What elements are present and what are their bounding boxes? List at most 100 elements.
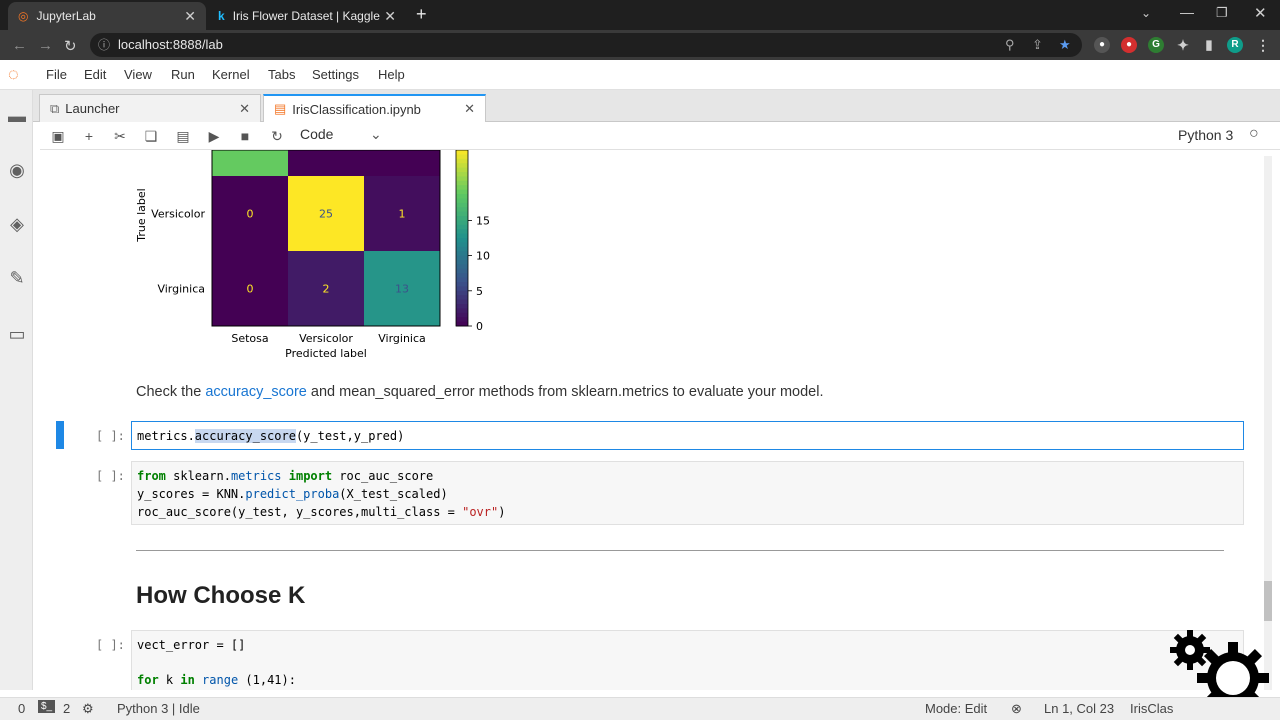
kernel-settings-icon[interactable]: ⚙ — [82, 701, 94, 717]
cell-type-select[interactable]: Code ⌄ — [300, 126, 388, 146]
code-token: "ovr" — [462, 505, 499, 519]
menu-run[interactable]: Run — [171, 67, 195, 82]
colorbar-tick-label: 0 — [476, 320, 483, 333]
code-token: from — [137, 469, 166, 483]
close-icon[interactable]: ✕ — [239, 101, 250, 117]
jupyter-logo-icon: ◎ — [18, 9, 29, 23]
tabs-icon[interactable]: ▭ — [7, 324, 27, 344]
code-token: k — [158, 673, 181, 687]
cut-icon[interactable]: ✂ — [111, 128, 129, 145]
colorbar-segment — [456, 176, 468, 182]
maximize-icon[interactable]: ❐ — [1216, 5, 1228, 21]
y-tick-label: Virginica — [157, 283, 205, 296]
kernel-status[interactable]: Python 3 | Idle — [117, 701, 200, 716]
menu-settings[interactable]: Settings — [312, 67, 359, 82]
menu-file[interactable]: File — [46, 67, 67, 82]
colorbar-tick-label: 15 — [476, 214, 490, 227]
code-line: y_scores = KNN.predict_proba(X_test_scal… — [137, 487, 448, 501]
tab-notebook[interactable]: ▤ IrisClassification.ipynb ✕ — [263, 94, 486, 122]
folder-icon[interactable]: ▬ — [7, 106, 27, 126]
colorbar-segment — [456, 154, 468, 160]
running-kernels-icon[interactable]: ◉ — [7, 160, 27, 180]
x-tick-label: Setosa — [231, 332, 268, 345]
menu-edit[interactable]: Edit — [84, 67, 106, 82]
code-token: sklearn — [165, 469, 224, 483]
cell-prompt: [ ]: — [96, 638, 125, 652]
markdown-text: Check the — [136, 384, 206, 400]
menu-view[interactable]: View — [124, 67, 152, 82]
back-icon[interactable]: ← — [12, 37, 27, 54]
status-bar: 0 $_ 2 ⚙ Python 3 | Idle Mode: Edit ⊗ Ln… — [0, 697, 1280, 720]
extension-grammar-icon[interactable]: G — [1148, 37, 1164, 53]
add-cell-icon[interactable]: + — [80, 128, 98, 144]
run-icon[interactable]: ▶ — [205, 128, 223, 145]
status-count[interactable]: 2 — [63, 701, 70, 716]
url-input[interactable]: ⓘ localhost:8888/lab ⚲ ⇪ ★ — [90, 33, 1082, 57]
code-token: (y_test,y_pred) — [295, 429, 405, 443]
x-tick-label: Versicolor — [299, 332, 353, 345]
status-count[interactable]: 0 — [18, 701, 25, 716]
paste-icon[interactable]: ▤ — [174, 128, 192, 145]
colorbar-segment — [456, 304, 468, 309]
colorbar-segment — [456, 163, 468, 169]
left-sidebar: ▬ ◉ ◈ ✎ ▭ — [0, 90, 33, 690]
code-token: vect_error = [] — [137, 638, 246, 652]
copy-icon[interactable]: ❏ — [142, 128, 160, 145]
palette-icon[interactable]: ◈ — [7, 214, 27, 234]
notebook-icon: ▤ — [274, 101, 287, 116]
code-line: vect_error = [] — [137, 638, 245, 652]
active-cell-indicator — [56, 421, 64, 449]
browser-tab-jupyterlab[interactable]: ◎ JupyterLab ✕ — [8, 2, 206, 30]
new-tab-button[interactable]: + — [416, 4, 427, 25]
bookmark-star-icon[interactable]: ★ — [1059, 33, 1071, 57]
zoom-icon[interactable]: ⚲ — [1005, 33, 1015, 57]
reload-icon[interactable]: ↻ — [64, 37, 77, 55]
share-icon[interactable]: ⇪ — [1032, 33, 1043, 57]
jupyter-logo-icon: ◌ — [8, 64, 19, 84]
minimize-icon[interactable]: — — [1180, 4, 1194, 20]
close-icon[interactable]: ✕ — [184, 8, 196, 25]
code-token: (X_test_scaled) — [339, 487, 448, 501]
code-token: . — [223, 469, 231, 483]
code-cell-editor[interactable]: vect_error = [] for k in range (1,41): — [131, 630, 1244, 690]
profile-avatar[interactable]: R — [1227, 37, 1243, 53]
save-icon[interactable]: ▣ — [49, 128, 67, 145]
restart-icon[interactable]: ↻ — [268, 128, 286, 145]
scrollbar-track[interactable] — [1264, 156, 1272, 690]
notebook-toolbar: ▣ + ✂ ❏ ▤ ▶ ■ ↻ Code ⌄ Python 3 ○ — [40, 122, 1280, 150]
menu-tabs[interactable]: Tabs — [268, 67, 295, 82]
side-panel-icon[interactable]: ▮ — [1201, 37, 1217, 53]
code-cell-editor[interactable]: metrics.accuracy_score(y_test,y_pred) — [131, 421, 1244, 450]
cell-value-label: 0 — [247, 283, 254, 296]
wrench-icon[interactable]: ✎ — [7, 268, 27, 288]
info-icon[interactable]: ⓘ — [98, 33, 110, 57]
chevron-down-icon: ⌄ — [370, 126, 382, 142]
menu-kernel[interactable]: Kernel — [212, 67, 250, 82]
forward-icon[interactable]: → — [38, 37, 53, 54]
extensions-puzzle-icon[interactable]: ✦ — [1175, 37, 1191, 53]
extension-icon[interactable]: ● — [1094, 37, 1110, 53]
kernel-name[interactable]: Python 3 — [1178, 127, 1233, 143]
extension-record-icon[interactable]: ● — [1121, 37, 1137, 53]
browser-menu-icon[interactable]: ⋮ — [1255, 37, 1271, 53]
tab-search-icon[interactable]: ⌄ — [1141, 6, 1151, 20]
scrollbar-thumb[interactable] — [1264, 581, 1272, 621]
accuracy-score-link[interactable]: accuracy_score — [205, 384, 307, 400]
menu-help[interactable]: Help — [378, 67, 405, 82]
code-cell-editor[interactable]: from sklearn.metrics import roc_auc_scor… — [131, 461, 1244, 525]
notebook-panel[interactable]: 0 25 1 0 2 13 Versicolor Virginica Setosa Versico… — [40, 150, 1275, 690]
jupyter-menu-bar: ◌ File Edit View Run Kernel Tabs Setting… — [0, 60, 1280, 90]
window-close-icon[interactable]: ✕ — [1254, 4, 1267, 22]
colorbar-segment — [456, 260, 468, 265]
close-icon[interactable]: ✕ — [464, 101, 475, 117]
colorbar-segment — [456, 286, 468, 292]
stop-icon[interactable]: ■ — [236, 128, 254, 144]
colorbar-segment — [456, 224, 468, 230]
tab-launcher[interactable]: ⧉ Launcher ✕ — [39, 94, 261, 122]
cursor-position[interactable]: Ln 1, Col 23 — [1044, 701, 1114, 716]
cell-value-label: 2 — [323, 283, 330, 296]
browser-tab-kaggle[interactable]: k Iris Flower Dataset | Kaggle ✕ — [208, 2, 406, 30]
close-icon[interactable]: ✕ — [384, 8, 396, 25]
bug-icon[interactable]: ⊗ — [1011, 701, 1022, 717]
mode-indicator[interactable]: Mode: Edit — [925, 701, 987, 716]
